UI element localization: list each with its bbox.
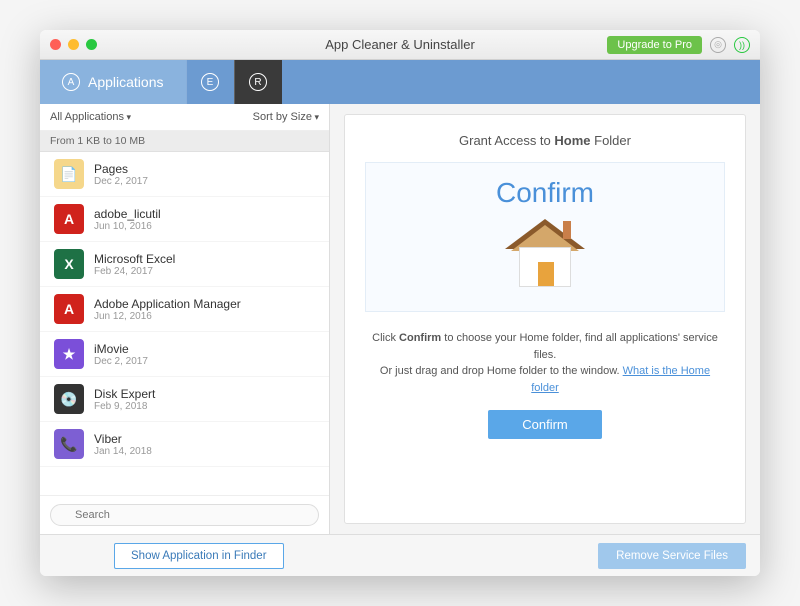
hero: Confirm	[365, 162, 725, 312]
list-item[interactable]: 💿 Disk Expert Feb 9, 2018	[40, 377, 329, 422]
filter-bar: All Applications Sort by Size	[40, 104, 329, 131]
body: All Applications Sort by Size From 1 KB …	[40, 104, 760, 534]
traffic-lights	[50, 39, 97, 50]
app-date: Jan 14, 2018	[94, 446, 152, 457]
list-item[interactable]: A Adobe Application Manager Jun 12, 2016	[40, 287, 329, 332]
instructions: Click Confirm to choose your Home folder…	[365, 330, 725, 396]
extensions-icon: E	[201, 73, 219, 91]
app-icon: 📞	[54, 429, 84, 459]
main-panel: Grant Access to Home Folder Confirm Clic…	[330, 104, 760, 534]
help-icon[interactable]: ◎	[710, 37, 726, 53]
app-icon: 📄	[54, 159, 84, 189]
list-item[interactable]: A adobe_licutil Jun 10, 2016	[40, 197, 329, 242]
app-icon: ★	[54, 339, 84, 369]
upgrade-button[interactable]: Upgrade to Pro	[607, 36, 702, 54]
status-icon[interactable]: ))	[734, 37, 750, 53]
list-item[interactable]: 📞 Viber Jan 14, 2018	[40, 422, 329, 467]
app-list[interactable]: 📄 Pages Dec 2, 2017 A adobe_licutil Jun …	[40, 152, 329, 495]
minimize-icon[interactable]	[68, 39, 79, 50]
hero-title: Confirm	[496, 177, 594, 209]
app-name: Microsoft Excel	[94, 252, 175, 266]
app-date: Dec 2, 2017	[94, 176, 148, 187]
app-icon: A	[54, 204, 84, 234]
search-bar	[40, 495, 329, 534]
toolbar: A Applications E R	[40, 60, 760, 104]
grant-card: Grant Access to Home Folder Confirm Clic…	[344, 114, 746, 524]
app-window: App Cleaner & Uninstaller Upgrade to Pro…	[40, 30, 760, 576]
app-name: Disk Expert	[94, 387, 155, 401]
app-date: Feb 9, 2018	[94, 401, 155, 412]
scope-dropdown[interactable]: All Applications	[50, 111, 131, 123]
grant-bold: Home	[554, 133, 590, 148]
tab-remains[interactable]: R	[234, 60, 282, 104]
app-icon: A	[54, 294, 84, 324]
app-name: Pages	[94, 162, 148, 176]
remove-service-files-button[interactable]: Remove Service Files	[598, 543, 746, 569]
sort-dropdown[interactable]: Sort by Size	[253, 111, 319, 123]
app-name: adobe_licutil	[94, 207, 161, 221]
sidebar: All Applications Sort by Size From 1 KB …	[40, 104, 330, 534]
applications-icon: A	[62, 73, 80, 91]
app-name: Viber	[94, 432, 152, 446]
titlebar: App Cleaner & Uninstaller Upgrade to Pro…	[40, 30, 760, 60]
app-icon: X	[54, 249, 84, 279]
show-in-finder-button[interactable]: Show Application in Finder	[114, 543, 284, 569]
list-item[interactable]: ★ iMovie Dec 2, 2017	[40, 332, 329, 377]
grant-title: Grant Access to Home Folder	[459, 133, 631, 148]
app-date: Feb 24, 2017	[94, 266, 175, 277]
remains-icon: R	[249, 73, 267, 91]
fullscreen-icon[interactable]	[86, 39, 97, 50]
tab-extensions[interactable]: E	[186, 60, 234, 104]
app-name: iMovie	[94, 342, 148, 356]
footer: Show Application in Finder Remove Servic…	[40, 534, 760, 576]
grant-pre: Grant Access to	[459, 133, 554, 148]
group-header: From 1 KB to 10 MB	[40, 131, 329, 152]
app-date: Jun 10, 2016	[94, 221, 161, 232]
app-date: Jun 12, 2016	[94, 311, 241, 322]
app-name: Adobe Application Manager	[94, 297, 241, 311]
close-icon[interactable]	[50, 39, 61, 50]
home-folder-icon	[505, 219, 585, 289]
app-date: Dec 2, 2017	[94, 356, 148, 367]
search-input[interactable]	[50, 504, 319, 526]
grant-post: Folder	[591, 133, 631, 148]
app-icon: 💿	[54, 384, 84, 414]
tab-applications[interactable]: A Applications	[40, 60, 186, 104]
list-item[interactable]: 📄 Pages Dec 2, 2017	[40, 152, 329, 197]
confirm-button[interactable]: Confirm	[488, 410, 602, 439]
list-item[interactable]: X Microsoft Excel Feb 24, 2017	[40, 242, 329, 287]
tab-applications-label: Applications	[88, 74, 164, 90]
